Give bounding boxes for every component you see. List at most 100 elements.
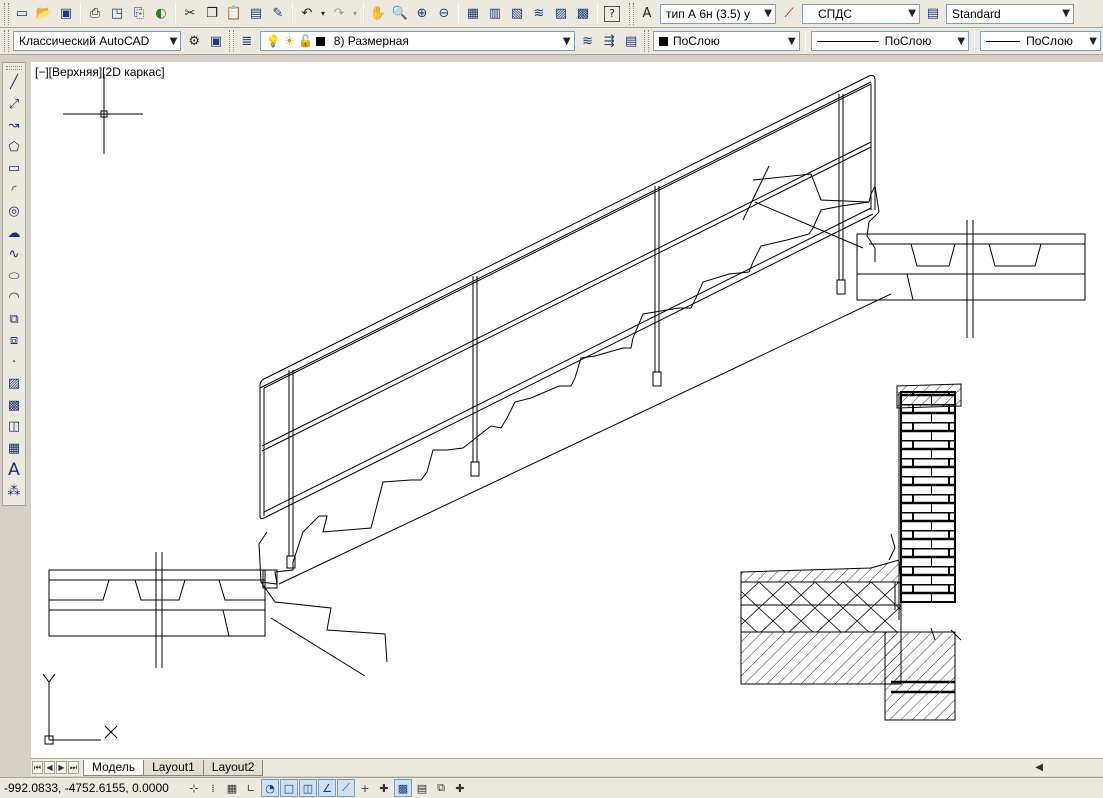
toolbar-grip[interactable] xyxy=(6,66,22,70)
workspace-settings-icon[interactable]: ⚙ xyxy=(183,30,205,52)
table-icon[interactable]: ▦ xyxy=(4,438,24,460)
tab-layout1[interactable]: Layout1 xyxy=(143,759,204,776)
zoom-previous-icon[interactable]: ⊖ xyxy=(433,3,455,25)
insert-block-icon[interactable]: ⧉ xyxy=(4,309,24,331)
gradient-icon[interactable]: ▩ xyxy=(4,395,24,417)
markup-icon[interactable]: ▨ xyxy=(550,3,572,25)
color-select[interactable]: ПоСлою ▼ xyxy=(652,31,800,51)
dimension-style-select[interactable]: СПДС ▼ xyxy=(802,3,920,24)
save-icon[interactable]: ▣ xyxy=(55,3,77,25)
redo-icon[interactable]: ↷ xyxy=(328,3,350,25)
layer-previous-icon[interactable]: ⇶ xyxy=(598,30,620,52)
drawing-canvas[interactable]: YX [−][Верхняя][2D каркас] Y xyxy=(31,62,1103,758)
polyline-icon[interactable]: ↝ xyxy=(4,115,24,137)
tab-model[interactable]: Модель xyxy=(83,759,145,776)
tab-layout2[interactable]: Layout2 xyxy=(202,759,264,776)
toolbar-grip[interactable] xyxy=(4,2,9,25)
selection-cycling-icon[interactable]: ⧉ xyxy=(432,779,450,797)
quick-properties-icon[interactable]: ▤ xyxy=(413,779,431,797)
circle-icon[interactable]: ◎ xyxy=(4,201,24,223)
undo-icon[interactable]: ↶ xyxy=(296,3,318,25)
polar-tracking-icon[interactable]: ◔ xyxy=(261,779,279,797)
match-properties-icon[interactable]: ▤ xyxy=(245,3,267,25)
zoom-window-icon[interactable]: ⊕ xyxy=(411,3,433,25)
publish-icon[interactable]: ⎘ xyxy=(128,3,150,25)
first-tab-icon[interactable]: ⏮ xyxy=(32,761,43,774)
polygon-icon[interactable]: ⬠ xyxy=(4,137,24,159)
undo-dropdown-icon[interactable]: ▾ xyxy=(318,3,328,25)
wall-section-detail xyxy=(740,383,962,721)
line-icon[interactable]: ╱ xyxy=(4,72,24,94)
rectangle-icon[interactable]: ▭ xyxy=(4,158,24,180)
transparency-icon[interactable]: ▩ xyxy=(394,779,412,797)
next-tab-icon[interactable]: ▶ xyxy=(56,761,67,774)
table-style-icon[interactable]: ▤ xyxy=(922,3,944,25)
cursor-coordinates[interactable]: -992.0833, -4752.6155, 0.0000 xyxy=(0,781,185,795)
design-center-icon[interactable]: ▥ xyxy=(484,3,506,25)
hatch-icon[interactable]: ▨ xyxy=(4,373,24,395)
layer-states-icon[interactable]: ▤ xyxy=(620,30,642,52)
object-snap-tracking-icon[interactable]: ∠ xyxy=(318,779,336,797)
infer-constraints-icon[interactable]: ⊹ xyxy=(185,779,203,797)
print-preview-icon[interactable]: ◳ xyxy=(106,3,128,25)
toolbar-grip[interactable] xyxy=(629,2,634,25)
linetype-select[interactable]: ПоСлою ▼ xyxy=(810,31,970,51)
toolbar-grip[interactable] xyxy=(644,30,649,52)
tool-palettes-icon[interactable]: ▧ xyxy=(506,3,528,25)
annotation-monitor-icon[interactable]: ✚ xyxy=(451,779,469,797)
cut-icon[interactable]: ✂ xyxy=(179,3,201,25)
point-icon[interactable]: · xyxy=(4,352,24,374)
spline-icon[interactable]: ∿ xyxy=(4,244,24,266)
workspace-save-icon[interactable]: ▣ xyxy=(205,30,227,52)
workspace-select[interactable]: Классический AutoCAD ▼ xyxy=(12,31,182,51)
last-tab-icon[interactable]: ⏭ xyxy=(68,761,79,774)
arc-icon[interactable]: ◜ xyxy=(4,180,24,202)
layer-select[interactable]: 💡 ☀ 🔓 8) Размерная ▼ xyxy=(259,31,575,51)
object-snap-icon[interactable]: □ xyxy=(280,779,298,797)
print-icon[interactable]: ⎙ xyxy=(84,3,106,25)
redo-dropdown-icon[interactable]: ▾ xyxy=(350,3,360,25)
scroll-left-icon[interactable]: ◀ xyxy=(1035,762,1043,773)
text-style-icon[interactable]: A xyxy=(636,3,658,25)
construction-line-icon[interactable]: ⤢ xyxy=(4,94,24,116)
layer-properties-icon[interactable]: ≣ xyxy=(236,30,258,52)
chevron-down-icon: ▼ xyxy=(908,8,916,19)
ortho-mode-icon[interactable]: ∟ xyxy=(242,779,260,797)
region-icon[interactable]: ◫ xyxy=(4,416,24,438)
toolbar-grip[interactable] xyxy=(228,30,234,52)
text-style-select[interactable]: тип А 6н (3.5) у ▼ xyxy=(660,3,776,24)
calculator-icon[interactable]: ▩ xyxy=(572,3,594,25)
help-icon[interactable]: ? xyxy=(604,5,620,22)
block-editor-icon[interactable]: ✎ xyxy=(267,3,289,25)
stair-balusters xyxy=(286,94,846,569)
make-current-layer-icon[interactable]: ≋ xyxy=(577,30,599,52)
add-selected-icon[interactable]: ⁂ xyxy=(4,481,24,503)
paste-icon[interactable]: 📋 xyxy=(223,3,245,25)
properties-icon[interactable]: ▦ xyxy=(462,3,484,25)
viewport-controls-label[interactable]: [−][Верхняя][2D каркас] xyxy=(35,65,165,79)
new-file-icon[interactable]: ▭ xyxy=(11,3,33,25)
prev-tab-icon[interactable]: ◀ xyxy=(44,761,55,774)
open-folder-icon[interactable]: 📂 xyxy=(33,3,55,25)
copy-icon[interactable]: ❐ xyxy=(201,3,223,25)
toolbar-grip[interactable] xyxy=(4,30,9,52)
table-style-select[interactable]: Standard ▼ xyxy=(946,3,1074,24)
lineweight-select[interactable]: ПоСлою ▼ xyxy=(980,31,1101,51)
3d-object-snap-icon[interactable]: ◫ xyxy=(299,779,317,797)
lineweight-display-icon[interactable]: ✚ xyxy=(375,779,393,797)
revision-cloud-icon[interactable]: ☁ xyxy=(4,223,24,245)
sheet-set-icon[interactable]: ≋ xyxy=(528,3,550,25)
dynamic-input-icon[interactable]: + xyxy=(356,779,374,797)
dynamic-ucs-icon[interactable]: ⟋ xyxy=(337,779,355,797)
snap-mode-icon[interactable]: ⁞ xyxy=(204,779,222,797)
multiline-text-icon[interactable]: A xyxy=(4,459,24,481)
3d-dwf-icon[interactable]: ◐ xyxy=(150,3,172,25)
make-block-icon[interactable]: ⧈ xyxy=(4,330,24,352)
zoom-realtime-icon[interactable]: 🔍 xyxy=(389,3,411,25)
pan-icon[interactable]: ✋ xyxy=(367,3,389,25)
ellipse-icon[interactable]: ⬭ xyxy=(4,266,24,288)
dimension-style-icon[interactable]: ⟋ xyxy=(778,3,800,25)
ellipse-arc-icon[interactable]: ◠ xyxy=(4,287,24,309)
toolbar-separator xyxy=(175,3,176,24)
grid-display-icon[interactable]: ▦ xyxy=(223,779,241,797)
